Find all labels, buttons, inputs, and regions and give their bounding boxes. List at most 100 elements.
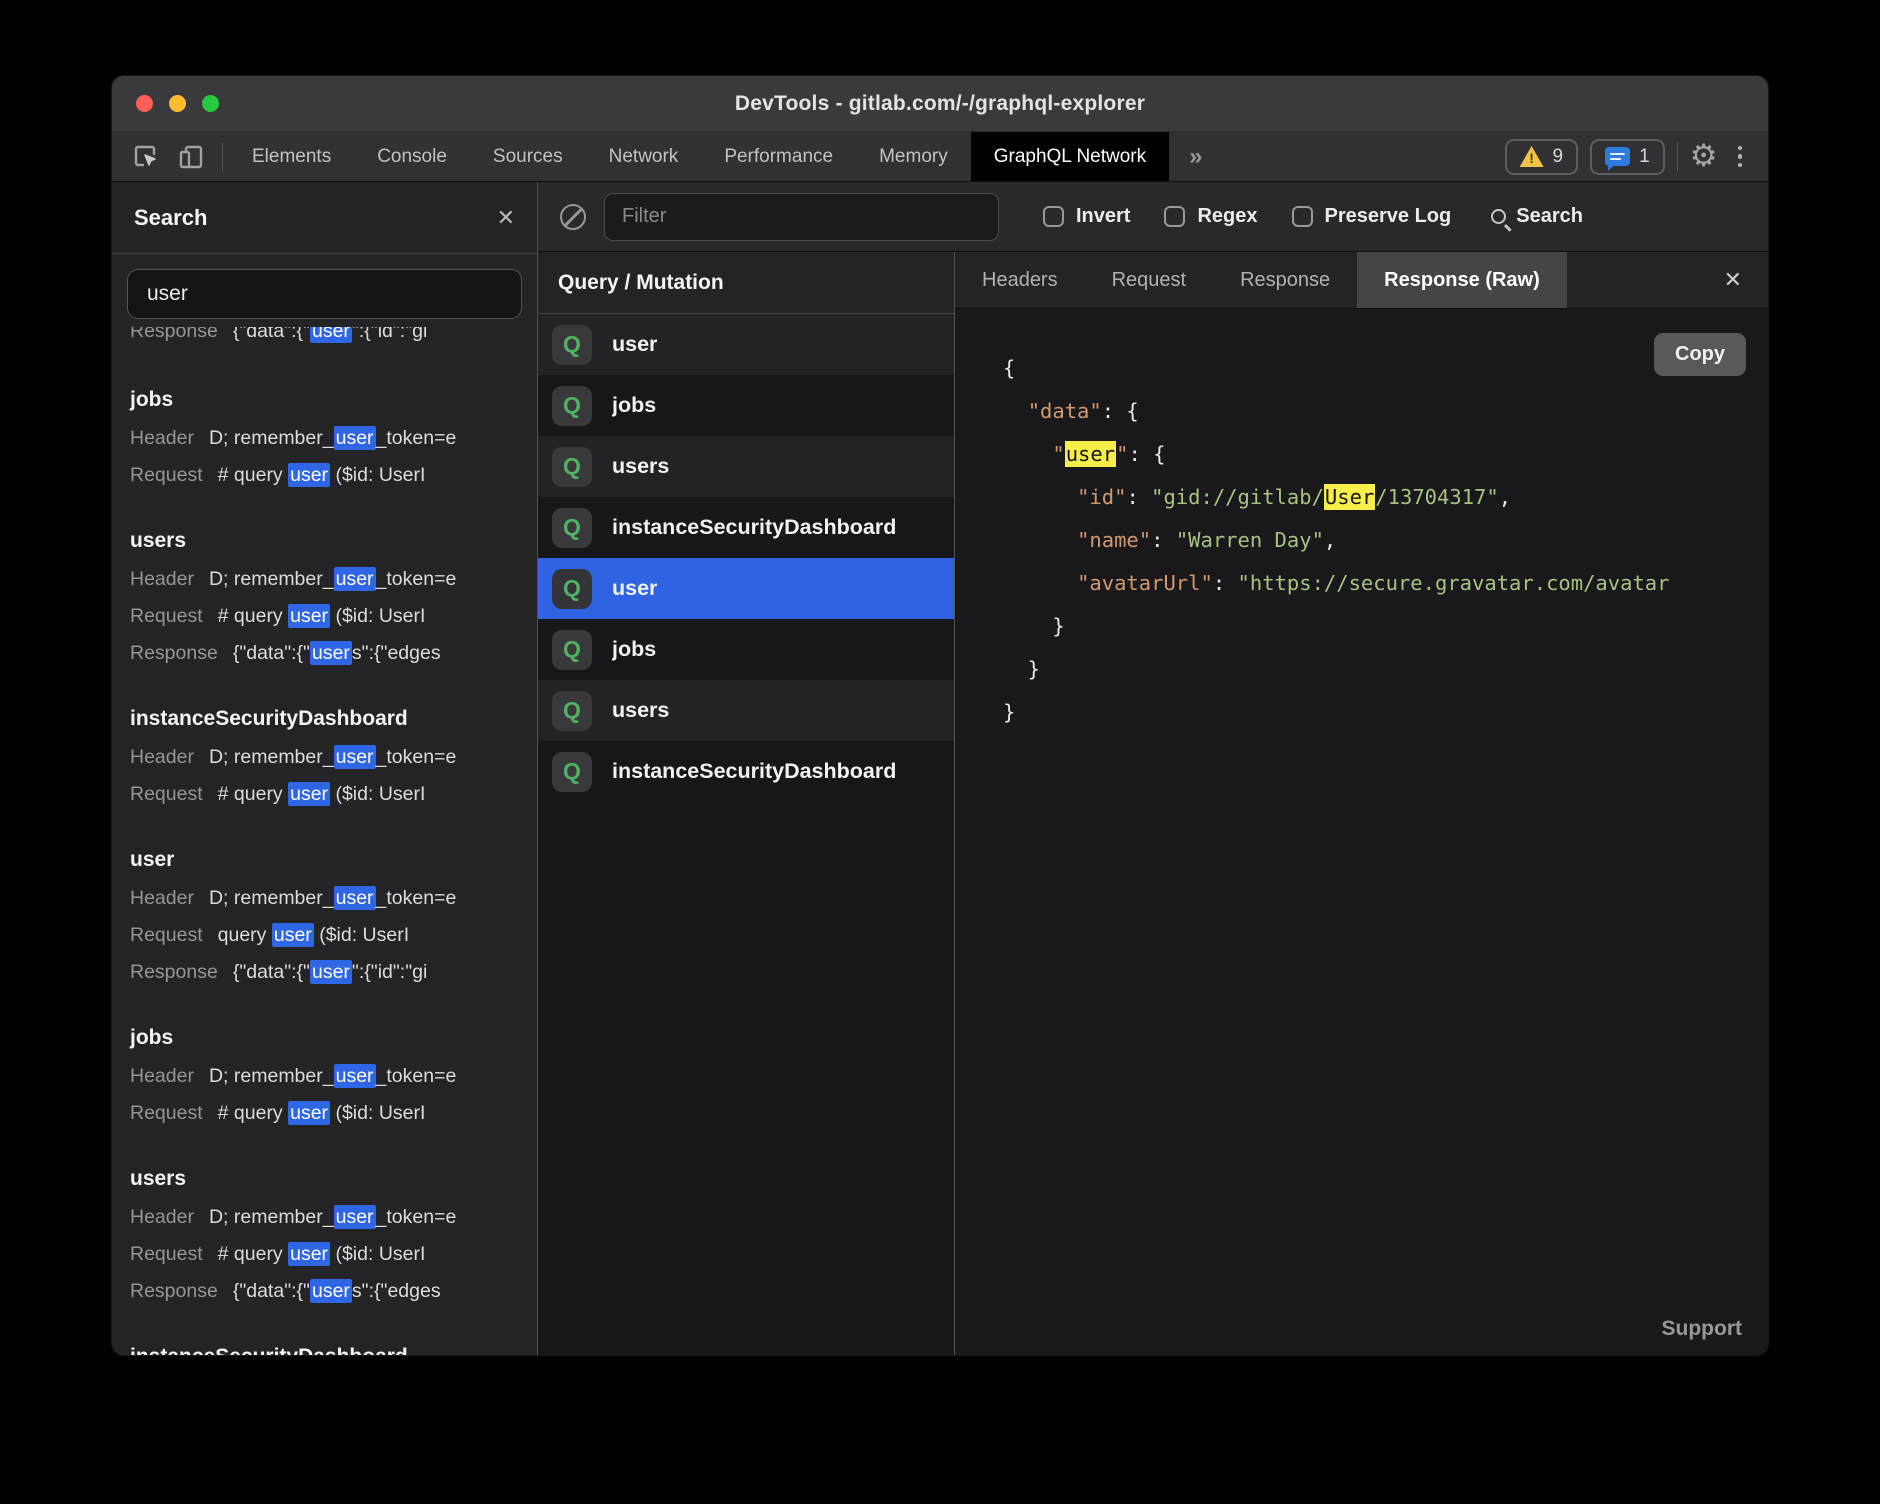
json-line: } bbox=[1003, 605, 1768, 648]
query-row-label: user bbox=[612, 332, 657, 357]
search-result-row[interactable]: HeaderD; remember_user_token=e bbox=[130, 1199, 537, 1236]
preserve-log-checkbox[interactable]: Preserve Log bbox=[1292, 205, 1452, 228]
tabbar-separator bbox=[222, 143, 223, 171]
network-column: Invert Regex Preserve Log Sear bbox=[538, 182, 1768, 1355]
warning-count: 9 bbox=[1553, 146, 1564, 168]
devtools-tabbar: ElementsConsoleSourcesNetworkPerformance… bbox=[112, 132, 1768, 182]
search-toggle[interactable]: Search bbox=[1491, 205, 1583, 228]
result-row-label: Request bbox=[130, 1243, 203, 1265]
match-highlight: user bbox=[310, 327, 352, 343]
messages-badge[interactable]: 1 bbox=[1590, 139, 1665, 175]
result-row-label: Response bbox=[130, 961, 218, 983]
minimize-window-button[interactable] bbox=[169, 95, 186, 112]
query-row-user[interactable]: Quser bbox=[538, 314, 954, 375]
detail-tab-request[interactable]: Request bbox=[1085, 252, 1214, 308]
result-row-text: {"data":{"user":{"id":"gi bbox=[233, 327, 428, 343]
search-result-row[interactable]: Requestquery user ($id: UserI bbox=[130, 917, 537, 954]
search-result-row[interactable]: Request# query user ($id: UserI bbox=[130, 598, 537, 635]
regex-label: Regex bbox=[1197, 205, 1257, 228]
search-result-row[interactable]: HeaderD; remember_user_token=e bbox=[130, 561, 537, 598]
query-row-instanceSecurityDashboard[interactable]: QinstanceSecurityDashboard bbox=[538, 741, 954, 802]
search-result-row[interactable]: HeaderD; remember_user_token=e bbox=[130, 420, 537, 457]
clear-log-icon[interactable] bbox=[560, 204, 586, 230]
search-result-group-name[interactable]: instanceSecurityDashboard bbox=[130, 1337, 537, 1355]
devtools-window: DevTools - gitlab.com/-/graphql-explorer bbox=[112, 76, 1768, 1355]
filter-input[interactable] bbox=[604, 193, 999, 241]
search-result-group-name[interactable]: users bbox=[130, 521, 537, 561]
devtools-tab-elements[interactable]: Elements bbox=[229, 132, 354, 181]
query-row-users[interactable]: Qusers bbox=[538, 436, 954, 497]
search-input-wrap bbox=[112, 254, 537, 327]
response-detail-panel: HeadersRequestResponseResponse (Raw)✕ { … bbox=[955, 252, 1768, 1355]
query-row-label: users bbox=[612, 454, 669, 479]
regex-checkbox-box[interactable] bbox=[1164, 206, 1185, 227]
devtools-tab-performance[interactable]: Performance bbox=[701, 132, 856, 181]
result-row-text: D; remember_user_token=e bbox=[209, 426, 456, 450]
devtools-tab-memory[interactable]: Memory bbox=[856, 132, 971, 181]
detail-close-icon[interactable]: ✕ bbox=[1698, 252, 1768, 308]
search-result-row[interactable]: Response{"data":{"user":{"id":"gi bbox=[130, 954, 537, 991]
query-type-badge: Q bbox=[552, 752, 592, 792]
invert-checkbox-box[interactable] bbox=[1043, 206, 1064, 227]
match-highlight: user bbox=[334, 886, 376, 910]
detail-tab-response-raw[interactable]: Response (Raw) bbox=[1357, 252, 1567, 308]
query-row-jobs[interactable]: Qjobs bbox=[538, 619, 954, 680]
settings-gear-icon[interactable]: ⚙ bbox=[1690, 140, 1718, 173]
detail-tab-headers[interactable]: Headers bbox=[955, 252, 1085, 308]
query-row-user-selected[interactable]: Quser bbox=[538, 558, 954, 619]
result-row-label: Header bbox=[130, 1065, 194, 1087]
search-result-row[interactable]: Request# query user ($id: UserI bbox=[130, 1095, 537, 1132]
result-row-text: # query user ($id: UserI bbox=[218, 782, 426, 806]
search-result-group-name[interactable]: user bbox=[130, 840, 537, 880]
query-mutation-header: Query / Mutation bbox=[538, 252, 954, 314]
search-result-group-name[interactable]: instanceSecurityDashboard bbox=[130, 699, 537, 739]
zoom-window-button[interactable] bbox=[202, 95, 219, 112]
search-input[interactable] bbox=[127, 269, 522, 319]
filter-checkboxes: Invert Regex Preserve Log bbox=[1043, 205, 1451, 228]
result-row-label: Request bbox=[130, 605, 203, 627]
devtools-tab-graphql-network[interactable]: GraphQL Network bbox=[971, 132, 1169, 181]
result-row-label: Request bbox=[130, 783, 203, 805]
detail-tab-response[interactable]: Response bbox=[1213, 252, 1357, 308]
search-panel-close-icon[interactable]: ✕ bbox=[497, 207, 515, 229]
search-results: Response{"data":{"user":{"id":"gijobsHea… bbox=[112, 327, 537, 1355]
invert-checkbox[interactable]: Invert bbox=[1043, 205, 1130, 228]
devtools-tab-console[interactable]: Console bbox=[354, 132, 470, 181]
devtools-tab-sources[interactable]: Sources bbox=[470, 132, 586, 181]
close-window-button[interactable] bbox=[136, 95, 153, 112]
query-mutation-panel: Query / Mutation QuserQjobsQusersQinstan… bbox=[538, 252, 955, 1355]
more-tabs-chevron-icon[interactable]: » bbox=[1169, 132, 1222, 181]
search-result-row[interactable]: Request # query user ($id: UserI bbox=[130, 776, 537, 813]
clipped-result-row[interactable]: Response{"data":{"user":{"id":"gi bbox=[130, 327, 537, 353]
search-result-row[interactable]: Response{"data":{"users":{"edges bbox=[130, 635, 537, 672]
search-result-group-name[interactable]: jobs bbox=[130, 1018, 537, 1058]
query-row-jobs[interactable]: Qjobs bbox=[538, 375, 954, 436]
json-line: } bbox=[1003, 648, 1768, 691]
query-row-users[interactable]: Qusers bbox=[538, 680, 954, 741]
search-panel-header: Search ✕ bbox=[112, 182, 537, 254]
result-row-label: Response bbox=[130, 1280, 218, 1302]
kebab-menu-icon[interactable] bbox=[1730, 146, 1751, 168]
search-result-row[interactable]: HeaderD; remember_user_token=e bbox=[130, 1058, 537, 1095]
search-result-row[interactable]: HeaderD; remember_user_token=e bbox=[130, 880, 537, 917]
search-result-row[interactable]: Request# query user ($id: UserI bbox=[130, 457, 537, 494]
search-result-group-name[interactable]: users bbox=[130, 1159, 537, 1199]
search-result-row[interactable]: HeaderD; remember_user_token=e bbox=[130, 739, 537, 776]
regex-checkbox[interactable]: Regex bbox=[1164, 205, 1257, 228]
screenshot-stage: DevTools - gitlab.com/-/graphql-explorer bbox=[0, 0, 1880, 1504]
warnings-badge[interactable]: ! 9 bbox=[1505, 139, 1579, 175]
query-type-badge: Q bbox=[552, 386, 592, 426]
devtools-tabs: ElementsConsoleSourcesNetworkPerformance… bbox=[229, 132, 1169, 181]
inspect-element-icon[interactable] bbox=[130, 142, 160, 172]
toggle-device-toolbar-icon[interactable] bbox=[176, 142, 206, 172]
result-row-text: {"data":{"users":{"edges bbox=[233, 1279, 441, 1303]
search-result-row[interactable]: Request# query user ($id: UserI bbox=[130, 1236, 537, 1273]
query-row-instanceSecurityDashboard[interactable]: QinstanceSecurityDashboard bbox=[538, 497, 954, 558]
preserve-log-checkbox-box[interactable] bbox=[1292, 206, 1313, 227]
support-link[interactable]: Support bbox=[1662, 1317, 1742, 1341]
result-row-text: # query user ($id: UserI bbox=[218, 463, 426, 487]
search-result-row[interactable]: Response {"data":{"users":{"edges bbox=[130, 1273, 537, 1310]
search-result-group-name[interactable]: jobs bbox=[130, 380, 537, 420]
devtools-tab-network[interactable]: Network bbox=[586, 132, 702, 181]
copy-button[interactable]: Copy bbox=[1654, 333, 1746, 376]
